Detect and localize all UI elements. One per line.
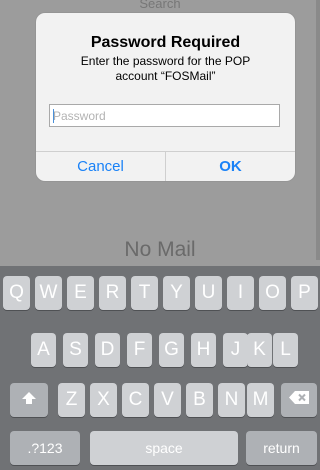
space-key[interactable]: space <box>90 431 238 465</box>
key-r[interactable]: R <box>99 276 126 310</box>
search-label: Search <box>139 0 181 11</box>
key-z[interactable]: Z <box>58 383 85 417</box>
alert-buttons: Cancel OK <box>36 151 295 181</box>
search-bar[interactable]: Search <box>0 0 320 14</box>
key-b[interactable]: B <box>186 383 213 417</box>
key-l[interactable]: L <box>273 333 298 367</box>
key-h[interactable]: H <box>191 333 216 367</box>
alert-message-line-2: account “FOSMail” <box>115 69 216 83</box>
password-input[interactable] <box>49 104 280 127</box>
key-f[interactable]: F <box>127 333 152 367</box>
key-g[interactable]: G <box>159 333 184 367</box>
shift-up-arrow-icon <box>21 383 37 417</box>
alert-title: Password Required <box>90 34 241 51</box>
keyboard: Q W E R T Y U I O P A S D F G H J K L Z … <box>0 266 320 470</box>
key-u[interactable]: U <box>195 276 222 310</box>
key-e[interactable]: E <box>67 276 94 310</box>
key-i[interactable]: I <box>227 276 254 310</box>
key-t[interactable]: T <box>131 276 158 310</box>
key-o[interactable]: O <box>259 276 286 310</box>
key-j[interactable]: J <box>223 333 248 367</box>
key-w[interactable]: W <box>35 276 62 310</box>
return-key[interactable]: return <box>246 431 317 465</box>
key-q[interactable]: Q <box>3 276 30 310</box>
text-cursor <box>53 109 54 123</box>
alert-message: Enter the password for the POP account “… <box>36 54 295 84</box>
key-n[interactable]: N <box>218 383 245 417</box>
empty-mailbox-message: No Mail <box>124 238 196 261</box>
ok-button[interactable]: OK <box>165 152 295 181</box>
shift-key[interactable] <box>10 383 48 417</box>
alert-message-line-1: Enter the password for the POP <box>80 54 251 68</box>
backspace-icon <box>288 383 310 417</box>
key-s[interactable]: S <box>63 333 88 367</box>
key-a[interactable]: A <box>31 333 56 367</box>
key-v[interactable]: V <box>154 383 181 417</box>
password-alert: Password Required Enter the password for… <box>36 13 295 181</box>
scroll-edge <box>316 0 320 260</box>
key-d[interactable]: D <box>95 333 120 367</box>
key-k[interactable]: K <box>247 333 272 367</box>
cancel-button[interactable]: Cancel <box>36 152 165 181</box>
delete-key[interactable] <box>281 383 317 417</box>
key-y[interactable]: Y <box>163 276 190 310</box>
key-c[interactable]: C <box>122 383 149 417</box>
key-p[interactable]: P <box>291 276 318 310</box>
key-m[interactable]: M <box>247 383 274 417</box>
key-x[interactable]: X <box>90 383 117 417</box>
numbers-key[interactable]: .?123 <box>10 431 80 465</box>
